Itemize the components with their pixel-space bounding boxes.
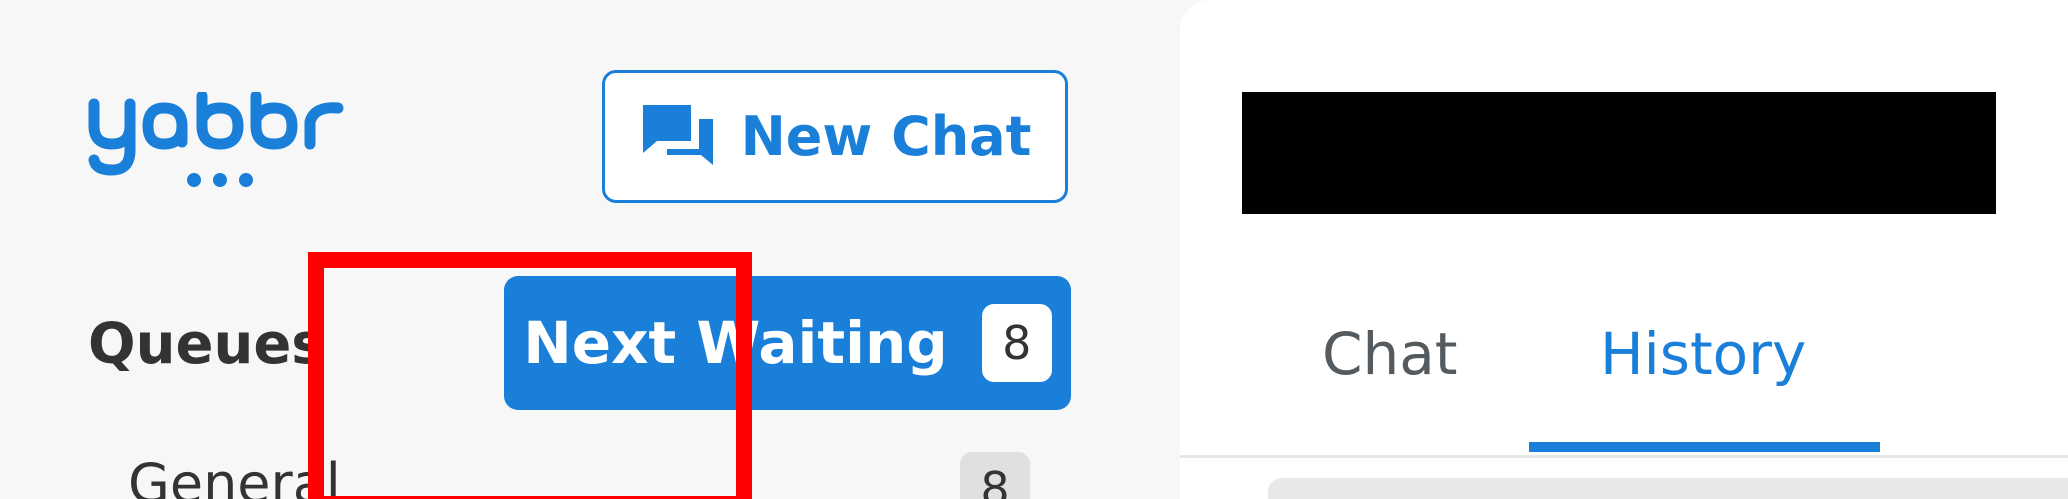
new-chat-button[interactable]: New Chat xyxy=(602,70,1068,203)
tabs-divider xyxy=(1180,455,2068,458)
queues-heading: Queues xyxy=(88,312,325,377)
history-content-area xyxy=(1268,478,2068,499)
tab-chat[interactable]: Chat xyxy=(1322,320,1458,388)
new-chat-label: New Chat xyxy=(740,105,1032,168)
next-waiting-count-badge: 8 xyxy=(981,304,1052,382)
yabbr-logo: yabbr xyxy=(88,92,344,187)
redacted-contact-name xyxy=(1242,92,1996,214)
queue-count-badge: 8 xyxy=(960,452,1030,499)
conversation-panel: Chat History xyxy=(1180,0,2068,499)
queue-item-general[interactable]: General xyxy=(128,452,341,499)
tab-history[interactable]: History xyxy=(1600,320,1806,388)
active-tab-indicator xyxy=(1529,442,1880,452)
chat-bubbles-icon xyxy=(642,104,713,165)
sidebar: yabbr New Chat Queues Next Waiting 8 Gen… xyxy=(0,0,1180,499)
app-root: yabbr New Chat Queues Next Waiting 8 Gen… xyxy=(0,0,2068,499)
next-waiting-button[interactable]: Next Waiting 8 xyxy=(504,276,1071,410)
next-waiting-label: Next Waiting xyxy=(523,309,948,377)
